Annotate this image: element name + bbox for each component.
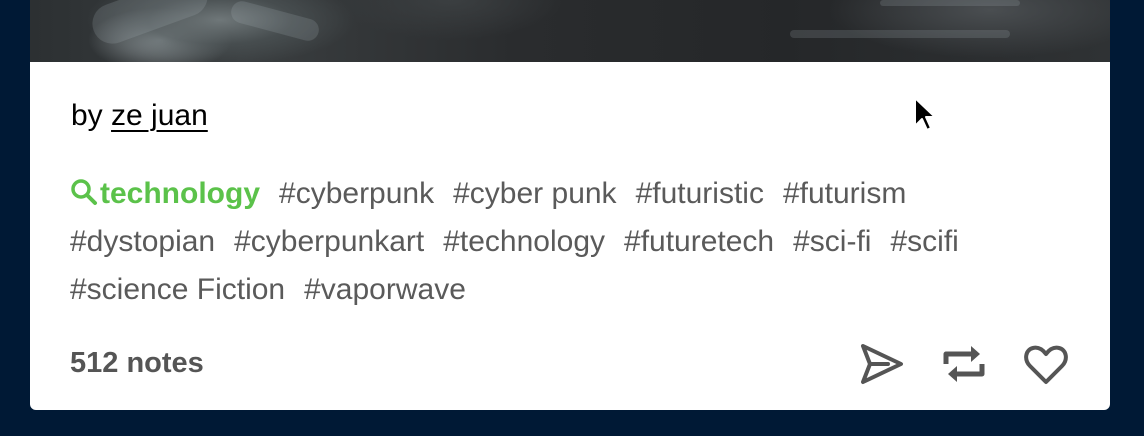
heart-icon: [1024, 345, 1068, 384]
mouse-cursor: [914, 97, 935, 131]
tag-link[interactable]: #sci-fi: [793, 218, 871, 266]
share-button[interactable]: [858, 340, 906, 388]
tag-link[interactable]: #science Fiction: [70, 266, 285, 314]
like-button[interactable]: [1022, 340, 1070, 388]
tag-link[interactable]: #technology: [443, 218, 605, 266]
dashboard-page: by ze juan technology #cyberpunk #cyber pu…: [0, 0, 1144, 436]
featured-tag[interactable]: technology: [70, 170, 260, 218]
reblog-icon: [943, 346, 985, 382]
tag-link[interactable]: #scifi: [890, 218, 958, 266]
post-byline: by ze juan: [71, 98, 208, 134]
tag-link[interactable]: #futuristic: [636, 170, 764, 218]
tag-link[interactable]: #futurism: [783, 170, 906, 218]
featured-tag-label: technology: [100, 177, 261, 210]
tag-link[interactable]: #dystopian: [70, 218, 215, 266]
tag-link[interactable]: #futuretech: [624, 218, 774, 266]
post-image[interactable]: [30, 0, 1110, 62]
send-icon: [861, 344, 903, 384]
byline-prefix: by: [71, 99, 103, 132]
search-icon: [71, 179, 97, 205]
notes-count[interactable]: 512 notes: [70, 347, 204, 380]
author-link[interactable]: ze juan: [111, 99, 208, 132]
post-footer: 512 notes: [70, 340, 1070, 388]
reblog-button[interactable]: [940, 340, 988, 388]
tag-list: technology #cyberpunk #cyber punk #futurist…: [70, 170, 1070, 314]
tag-link[interactable]: #cyber punk: [453, 170, 616, 218]
tag-link[interactable]: #cyberpunkart: [234, 218, 424, 266]
tag-link[interactable]: #cyberpunk: [279, 170, 434, 218]
post-card: by ze juan technology #cyberpunk #cyber pu…: [30, 0, 1110, 410]
tag-link[interactable]: #vaporwave: [304, 266, 466, 314]
